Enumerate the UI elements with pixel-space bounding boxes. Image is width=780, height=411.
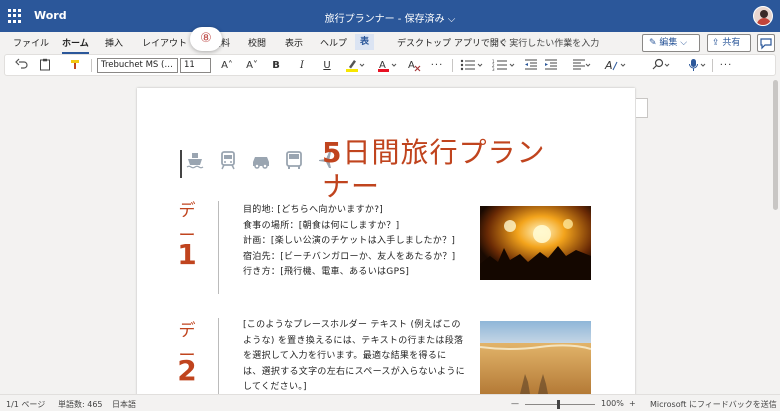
train-icon [221,151,235,170]
tab-file[interactable]: ファイル [13,36,49,49]
shrink-font-button[interactable]: A˅ [243,58,261,73]
search-icon [652,58,670,70]
tab-table[interactable]: 表 [355,34,375,50]
day1-text[interactable]: 目的地: [どちらへ向かいますか?] 食事の場所：[朝食は何にしますか？] 計画… [243,203,465,281]
styles-button[interactable]: A [603,58,629,73]
day1-number: 1 [177,238,197,271]
zoom-in-button[interactable]: + [629,399,636,408]
share-button[interactable]: ⇪ 共有 [707,34,751,52]
day1-divider [218,201,219,294]
tab-home[interactable]: ホーム [62,36,89,54]
clear-format-button[interactable]: A [405,58,423,73]
tab-help[interactable]: ヘルプ [320,36,347,49]
microphone-icon [689,59,706,71]
bold-button[interactable]: B [268,58,284,73]
day2-number: 2 [177,354,197,387]
tell-me-search[interactable]: 💡︎ 実行したい作業を入力 [500,36,599,49]
increase-indent-button[interactable] [543,58,559,73]
beach-image [480,321,591,394]
bullets-button[interactable] [459,58,485,73]
day2-text[interactable]: [このようなプレースホルダー テキスト (例えばこのような) を置き換えるには、… [243,318,465,396]
paintbrush-icon [70,60,79,69]
document-title-heading: 5日間旅行プランナー [322,136,572,204]
highlight-button[interactable] [343,58,367,73]
tab-layout[interactable]: レイアウト [142,36,187,49]
decrease-indent-icon [525,59,537,70]
ribbon-tabs: ファイル ホーム 挿入 レイアウト 参考資料 校閲 表示 ヘルプ 表 デスクトッ… [0,32,780,54]
tab-view[interactable]: 表示 [285,36,303,49]
more-font-options[interactable]: ··· [428,58,446,73]
bulleted-list-icon [460,59,483,71]
transport-icons [185,150,337,172]
title-number: 5 [322,136,343,169]
language[interactable]: 日本語 [112,399,136,410]
zoom-out-button[interactable]: — [511,399,519,408]
comment-icon [760,38,772,50]
numbering-button[interactable]: 123 [491,58,517,73]
italic-button[interactable]: I [294,58,310,73]
avatar[interactable] [753,6,773,26]
dictate-button[interactable] [685,58,709,73]
undo-icon [15,58,28,69]
title-text: 日間旅行プランナー [322,136,546,203]
font-color-icon: A [378,60,397,72]
svg-text:A: A [408,60,415,71]
beach-photo[interactable] [480,321,591,394]
lightbulb-icon: 💡︎ [500,39,507,49]
page-count: 1/1 ページ [6,400,46,409]
divider [452,59,453,72]
feedback-link[interactable]: Microsoft にフィードバックを送信 [650,399,777,410]
grow-font-button[interactable]: A˄ [218,58,236,73]
undo-button[interactable] [11,58,33,73]
status-bar: 1/1 ページ 単語数: 465 日本語 — 100% + Microsoft … [0,394,780,411]
comments-button[interactable] [757,34,775,52]
page-number-badge: ⑧ [190,27,222,51]
paste-button[interactable] [35,58,55,73]
zoom-slider-knob[interactable] [557,400,560,409]
text-cursor [180,150,182,178]
svg-text:A: A [604,59,613,72]
title-bar: Word 旅行プランナー - 保存済み ⌵ [0,0,780,32]
open-desktop-app[interactable]: デスクトップ アプリで開く [397,36,508,49]
zoom-level[interactable]: 100% [601,399,624,408]
clear-formatting-icon: A [408,60,421,72]
align-button[interactable] [571,58,593,73]
svg-text:3: 3 [492,67,495,72]
tell-me-text: 実行したい作業を入力 [509,39,600,49]
decrease-indent-button[interactable] [523,58,539,73]
concert-photo[interactable] [480,206,591,280]
more-options-button[interactable]: ··· [717,58,735,73]
tab-review[interactable]: 校閲 [248,36,266,49]
font-name-box[interactable]: Trebuchet MS (… [97,58,178,73]
car-icon [253,157,269,169]
align-left-icon [573,59,591,70]
font-color-button[interactable]: A [375,58,399,73]
divider [712,59,713,72]
edit-mode-button[interactable]: ✎ 編集 ⌵ [642,34,700,52]
increase-indent-icon [545,59,557,70]
highlighter-icon [346,60,365,72]
underline-button[interactable]: U [319,58,335,73]
divider [91,59,92,72]
clipboard-icon [40,58,50,71]
zoom-slider[interactable] [525,404,595,405]
styles-icon: A [604,59,626,72]
tab-insert[interactable]: 挿入 [105,36,123,49]
bus-icon [286,151,302,169]
numbered-list-icon: 123 [492,59,515,72]
ship-icon [186,153,204,169]
concert-image [480,206,591,280]
word-count[interactable]: 単語数: 465 [58,399,103,410]
home-toolbar: Trebuchet MS (… 11 A˄ A˅ B I U A A ··· 1… [4,54,776,76]
format-painter-button[interactable] [65,58,85,73]
font-size-box[interactable]: 11 [180,58,211,73]
page-side-marker [636,98,648,118]
find-button[interactable] [649,58,673,73]
document-title[interactable]: 旅行プランナー - 保存済み ⌵ [0,10,780,25]
day2-divider [218,318,219,394]
vertical-scrollbar[interactable] [771,76,780,394]
scrollbar-thumb[interactable] [773,80,778,210]
